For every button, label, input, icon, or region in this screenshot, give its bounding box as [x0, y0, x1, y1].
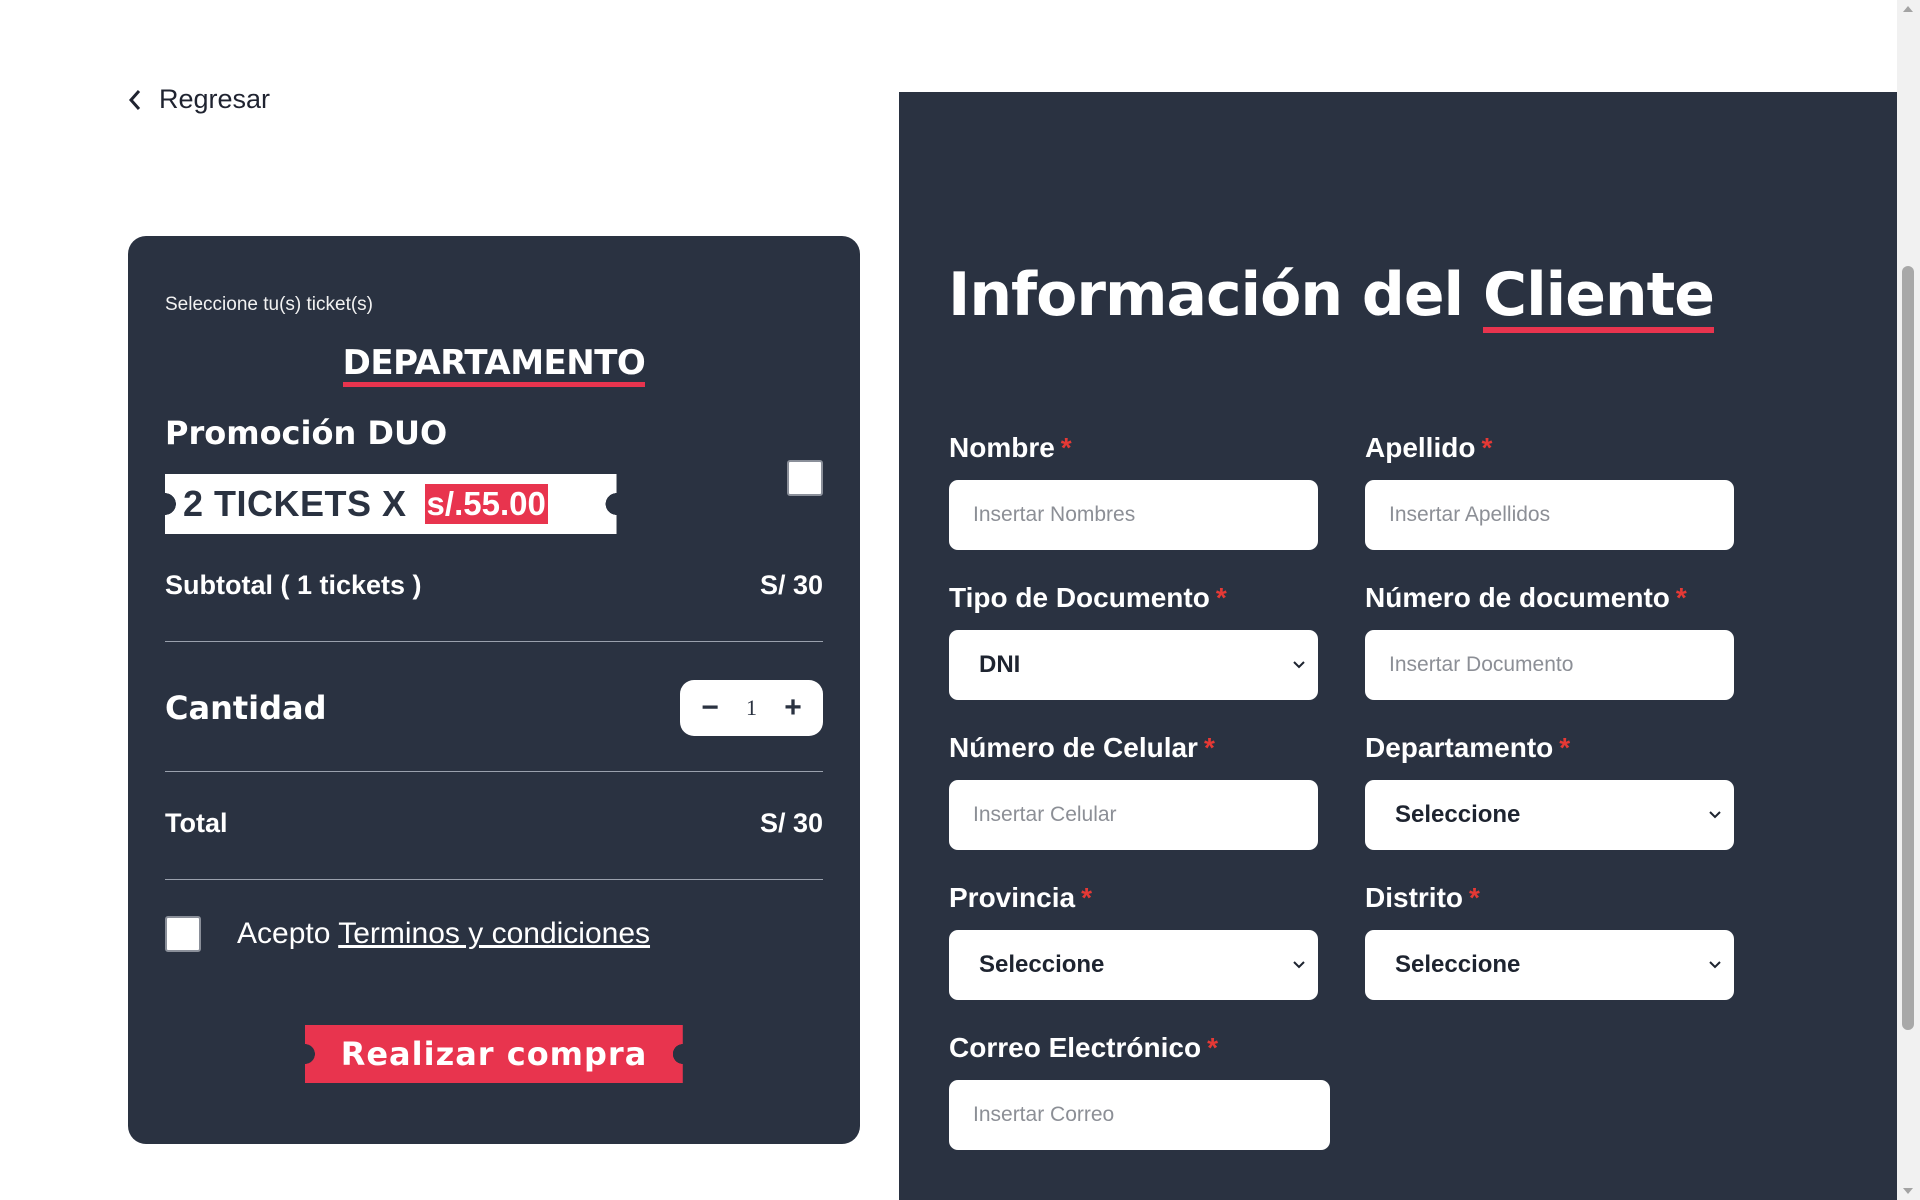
chevron-down-icon	[1293, 961, 1305, 969]
divider	[165, 771, 823, 772]
tipo-documento-select[interactable]: DNI	[949, 630, 1318, 700]
decrement-button[interactable]: −	[698, 691, 722, 725]
scrollbar[interactable]	[1897, 0, 1920, 1200]
distrito-select[interactable]: Seleccione	[1365, 930, 1734, 1000]
terms-row: Acepto Terminos y condiciones	[165, 916, 650, 952]
numero-documento-field: Número de documento * Insertar Documento	[1365, 582, 1734, 700]
back-label: Regresar	[159, 84, 271, 114]
promo-title: Promoción DUO	[165, 414, 448, 452]
chevron-down-icon	[1709, 961, 1721, 969]
celular-field: Número de Celular * Insertar Celular	[949, 732, 1318, 850]
correo-field: Correo Electrónico * Insertar Correo	[949, 1032, 1330, 1150]
back-link[interactable]: Regresar	[127, 84, 270, 115]
client-info-panel: Información del Cliente Nombre * Insertar…	[899, 92, 1897, 1200]
departamento-field: Departamento * Seleccione	[1365, 732, 1734, 850]
total-label: Total	[165, 808, 228, 838]
provincia-field: Provincia * Seleccione	[949, 882, 1318, 1000]
apellido-input[interactable]: Insertar Apellidos	[1365, 480, 1734, 550]
quantity-row: Cantidad − 1 +	[165, 680, 823, 736]
divider	[165, 641, 823, 642]
apellido-field: Apellido * Insertar Apellidos	[1365, 432, 1734, 550]
quantity-stepper[interactable]: − 1 +	[680, 680, 823, 736]
page-title: Información del Cliente	[948, 260, 1715, 333]
distrito-field: Distrito * Seleccione	[1365, 882, 1734, 1000]
section-title: DEPARTAMENTO	[128, 344, 860, 387]
scrollbar-thumb[interactable]	[1902, 266, 1914, 1030]
scroll-down-arrow-icon[interactable]	[1903, 1188, 1913, 1194]
promo-checkbox[interactable]	[787, 460, 823, 496]
terms-checkbox[interactable]	[165, 916, 201, 952]
ticket-price: s/.55.00	[424, 484, 548, 524]
scroll-up-arrow-icon[interactable]	[1903, 6, 1913, 12]
buy-button[interactable]: Realizar compra	[305, 1025, 683, 1083]
subtotal-label: Subtotal ( 1 tickets )	[165, 570, 422, 600]
celular-input[interactable]: Insertar Celular	[949, 780, 1318, 850]
numero-documento-input[interactable]: Insertar Documento	[1365, 630, 1734, 700]
terms-link[interactable]: Terminos y condiciones	[338, 917, 650, 950]
ticket-text: 2 TICKETS X	[183, 483, 407, 524]
ticket-card: Seleccione tu(s) ticket(s) DEPARTAMENTO …	[128, 236, 860, 1144]
provincia-select[interactable]: Seleccione	[949, 930, 1318, 1000]
divider	[165, 879, 823, 880]
chevron-down-icon	[1293, 661, 1305, 669]
quantity-label: Cantidad	[165, 689, 327, 727]
correo-input[interactable]: Insertar Correo	[949, 1080, 1330, 1150]
total-row: Total S/ 30	[165, 808, 823, 839]
terms-text: Acepto Terminos y condiciones	[237, 917, 651, 950]
chevron-left-icon	[128, 89, 141, 110]
departamento-select[interactable]: Seleccione	[1365, 780, 1734, 850]
increment-button[interactable]: +	[781, 691, 805, 725]
quantity-value: 1	[746, 695, 757, 720]
chevron-down-icon	[1709, 811, 1721, 819]
promo-ticket-badge: 2 TICKETS X s/.55.00	[165, 474, 617, 534]
nombre-field: Nombre * Insertar Nombres	[949, 432, 1318, 550]
subtotal-row: Subtotal ( 1 tickets ) S/ 30	[165, 570, 823, 601]
subtotal-value: S/ 30	[759, 570, 823, 600]
tipo-documento-field: Tipo de Documento * DNI	[949, 582, 1318, 700]
nombre-input[interactable]: Insertar Nombres	[949, 480, 1318, 550]
total-value: S/ 30	[759, 808, 823, 838]
ticket-hint: Seleccione tu(s) ticket(s)	[165, 294, 374, 315]
